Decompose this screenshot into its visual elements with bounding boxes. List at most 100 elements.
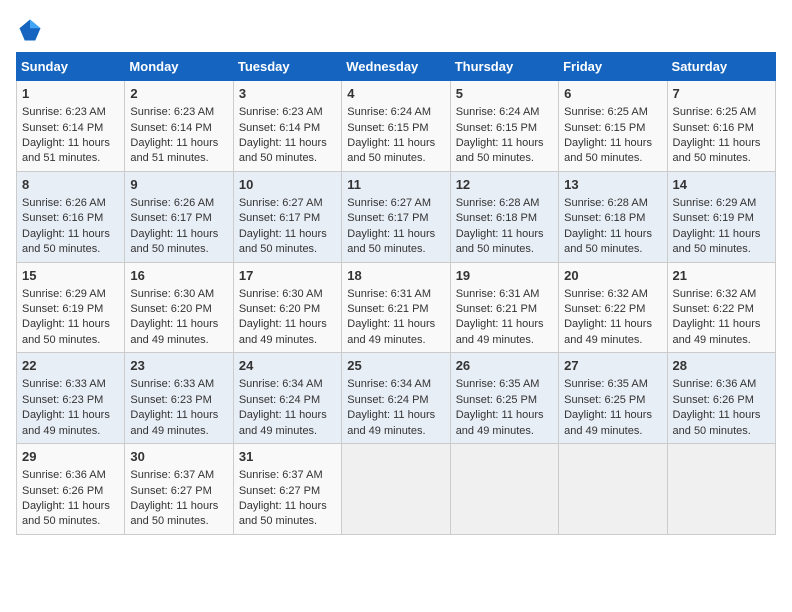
calendar-cell: 3Sunrise: 6:23 AMSunset: 6:14 PMDaylight… [233,81,341,172]
day-number: 27 [564,357,661,375]
column-header-monday: Monday [125,53,233,81]
day-number: 4 [347,85,444,103]
calendar-cell: 24 Sunrise: 6:34 AM Sunset: 6:24 PM Dayligh… [233,353,341,444]
daylight-text: Daylight: 11 hours and 50 minutes. [456,137,544,164]
sunset-text: Sunset: 6:14 PM [239,122,320,134]
sunset-text: Sunset: 6:24 PM [239,394,320,406]
sunset-text: Sunset: 6:23 PM [22,394,103,406]
day-number: 20 [564,267,661,285]
column-header-sunday: Sunday [17,53,125,81]
sunrise-text: Sunrise: 6:30 AM [130,288,214,300]
sunrise-text: Sunrise: 6:31 AM [347,288,431,300]
calendar-cell: 10Sunrise: 6:27 AMSunset: 6:17 PMDayligh… [233,171,341,262]
daylight-text: Daylight: 11 hours and 49 minutes. [22,409,110,436]
sunrise-text: Sunrise: 6:26 AM [130,197,214,209]
sunset-text: Sunset: 6:14 PM [22,122,103,134]
day-number: 23 [130,357,227,375]
calendar-cell [450,444,558,535]
day-number: 24 [239,357,336,375]
sunset-text: Sunset: 6:21 PM [456,303,537,315]
day-number: 31 [239,448,336,466]
daylight-text: Daylight: 11 hours and 49 minutes. [347,409,435,436]
calendar-week-row: 1Sunrise: 6:23 AMSunset: 6:14 PMDaylight… [17,81,776,172]
calendar-cell: 9 Sunrise: 6:26 AM Sunset: 6:17 PM Daylight… [125,171,233,262]
calendar-cell [667,444,775,535]
logo [16,16,48,44]
day-number: 9 [130,176,227,194]
calendar-cell: 30Sunrise: 6:37 AMSunset: 6:27 PMDayligh… [125,444,233,535]
sunrise-text: Sunrise: 6:34 AM [239,378,323,390]
daylight-text: Daylight: 11 hours and 49 minutes. [130,409,218,436]
calendar-cell: 26Sunrise: 6:35 AMSunset: 6:25 PMDayligh… [450,353,558,444]
sunrise-text: Sunrise: 6:26 AM [22,197,106,209]
calendar-cell [559,444,667,535]
sunset-text: Sunset: 6:19 PM [22,303,103,315]
calendar-cell: 8Sunrise: 6:26 AMSunset: 6:16 PMDaylight… [17,171,125,262]
daylight-text: Daylight: 11 hours and 50 minutes. [239,500,327,527]
sunrise-text: Sunrise: 6:24 AM [347,106,431,118]
sunset-text: Sunset: 6:27 PM [130,485,211,497]
sunrise-text: Sunrise: 6:35 AM [564,378,648,390]
calendar-week-row: 8Sunrise: 6:26 AMSunset: 6:16 PMDaylight… [17,171,776,262]
daylight-text: Daylight: 11 hours and 50 minutes. [564,137,652,164]
daylight-text: Daylight: 11 hours and 50 minutes. [347,137,435,164]
column-header-friday: Friday [559,53,667,81]
sunrise-text: Sunrise: 6:32 AM [673,288,757,300]
sunset-text: Sunset: 6:22 PM [564,303,645,315]
sunset-text: Sunset: 6:21 PM [347,303,428,315]
calendar-cell: 18Sunrise: 6:31 AMSunset: 6:21 PMDayligh… [342,262,450,353]
sunrise-text: Sunrise: 6:25 AM [564,106,648,118]
sunset-text: Sunset: 6:18 PM [456,212,537,224]
day-number: 7 [673,85,770,103]
daylight-text: Daylight: 11 hours and 50 minutes. [673,137,761,164]
sunset-text: Sunset: 6:17 PM [130,212,211,224]
day-number: 26 [456,357,553,375]
sunrise-text: Sunrise: 6:28 AM [564,197,648,209]
calendar-cell: 13Sunrise: 6:28 AMSunset: 6:18 PMDayligh… [559,171,667,262]
sunrise-text: Sunrise: 6:27 AM [347,197,431,209]
sunrise-text: Sunrise: 6:33 AM [130,378,214,390]
calendar-cell: 29Sunrise: 6:36 AMSunset: 6:26 PMDayligh… [17,444,125,535]
day-number: 19 [456,267,553,285]
daylight-text: Daylight: 11 hours and 51 minutes. [22,137,110,164]
sunrise-text: Sunrise: 6:31 AM [456,288,540,300]
sunrise-text: Sunrise: 6:36 AM [673,378,757,390]
sunrise-text: Sunrise: 6:37 AM [130,469,214,481]
sunset-text: Sunset: 6:25 PM [564,394,645,406]
calendar-cell: 22Sunrise: 6:33 AMSunset: 6:23 PMDayligh… [17,353,125,444]
daylight-text: Daylight: 11 hours and 49 minutes. [673,318,761,345]
calendar-cell [342,444,450,535]
calendar-cell: 21Sunrise: 6:32 AMSunset: 6:22 PMDayligh… [667,262,775,353]
sunrise-text: Sunrise: 6:24 AM [456,106,540,118]
calendar-cell: 11Sunrise: 6:27 AMSunset: 6:17 PMDayligh… [342,171,450,262]
page-header [16,16,776,44]
sunset-text: Sunset: 6:26 PM [673,394,754,406]
sunset-text: Sunset: 6:15 PM [564,122,645,134]
day-number: 1 [22,85,119,103]
sunset-text: Sunset: 6:15 PM [347,122,428,134]
calendar-cell: 2Sunrise: 6:23 AMSunset: 6:14 PMDaylight… [125,81,233,172]
sunrise-text: Sunrise: 6:28 AM [456,197,540,209]
sunset-text: Sunset: 6:23 PM [130,394,211,406]
daylight-text: Daylight: 11 hours and 49 minutes. [239,409,327,436]
daylight-text: Daylight: 11 hours and 50 minutes. [22,318,110,345]
sunrise-text: Sunrise: 6:27 AM [239,197,323,209]
daylight-text: Daylight: 11 hours and 51 minutes. [130,137,218,164]
daylight-text: Daylight: 11 hours and 49 minutes. [456,318,544,345]
sunrise-text: Sunrise: 6:34 AM [347,378,431,390]
calendar-cell: 25Sunrise: 6:34 AMSunset: 6:24 PMDayligh… [342,353,450,444]
day-number: 29 [22,448,119,466]
day-number: 2 [130,85,227,103]
day-number: 12 [456,176,553,194]
day-number: 14 [673,176,770,194]
daylight-text: Daylight: 11 hours and 50 minutes. [456,228,544,255]
calendar-cell: 17Sunrise: 6:30 AMSunset: 6:20 PMDayligh… [233,262,341,353]
daylight-text: Daylight: 11 hours and 50 minutes. [130,228,218,255]
calendar-week-row: 15Sunrise: 6:29 AMSunset: 6:19 PMDayligh… [17,262,776,353]
sunrise-text: Sunrise: 6:35 AM [456,378,540,390]
day-number: 30 [130,448,227,466]
sunset-text: Sunset: 6:19 PM [673,212,754,224]
calendar-cell: 1Sunrise: 6:23 AMSunset: 6:14 PMDaylight… [17,81,125,172]
calendar-cell: 27Sunrise: 6:35 AMSunset: 6:25 PMDayligh… [559,353,667,444]
daylight-text: Daylight: 11 hours and 50 minutes. [347,228,435,255]
